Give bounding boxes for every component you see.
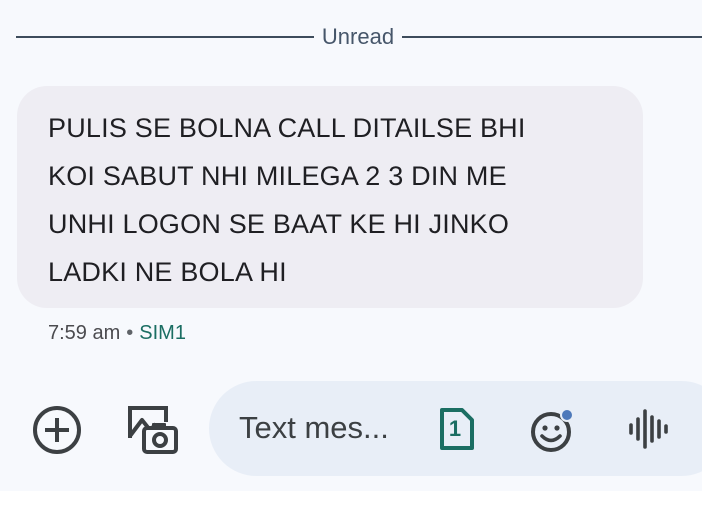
message-meta: 7:59 am • SIM1 [48,319,186,347]
message-composer: 1 [209,381,702,476]
gallery-button[interactable] [124,402,180,458]
unread-label: Unread [321,24,395,49]
unread-divider: Unread [0,22,702,52]
message-input[interactable] [239,405,399,451]
meta-separator: • [126,322,134,344]
emoji-button[interactable] [527,405,577,455]
divider-line-right [402,36,702,38]
voice-waveform-icon [629,409,668,449]
sim-select-button[interactable]: 1 [438,406,476,452]
gallery-camera-icon [128,406,178,454]
emoji-icon [531,408,574,452]
divider-line-left [16,36,314,38]
add-circle-icon [33,406,81,454]
message-text: PULIS SE BOLNA CALL DITAILSE BHI KOI SAB… [48,113,526,287]
voice-message-button[interactable] [626,406,670,452]
message-bubble[interactable]: PULIS SE BOLNA CALL DITAILSE BHI KOI SAB… [17,86,643,308]
navigation-bar [0,491,702,527]
add-attachment-button[interactable] [30,403,84,457]
message-time: 7:59 am [48,322,121,344]
sim-slot-number: 1 [448,416,462,441]
message-sim-label: SIM1 [139,322,186,344]
